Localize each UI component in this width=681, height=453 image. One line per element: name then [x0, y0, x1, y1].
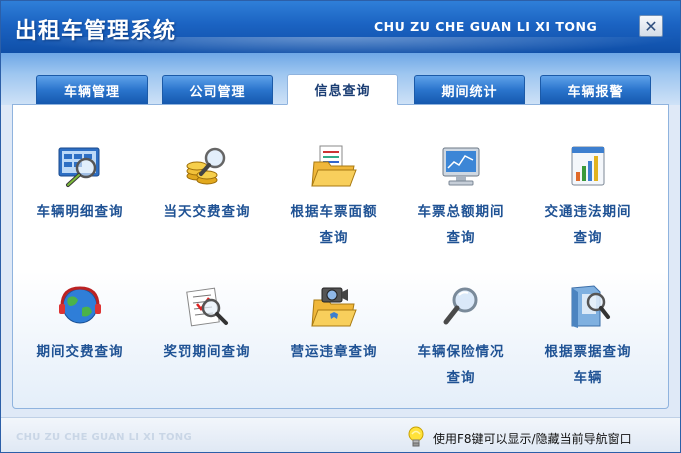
- vehicle-detail-query[interactable]: 车辆明细查询: [17, 143, 143, 225]
- calendar-chart-icon: [563, 143, 613, 189]
- tab-period-statistics[interactable]: 期间统计: [414, 75, 525, 104]
- title-bar: 出租车管理系统 CHU ZU CHE GUAN LI XI TONG ✕: [1, 1, 680, 57]
- operation-violation-query[interactable]: 营运违章查询: [271, 283, 397, 365]
- ticket-total-period-query[interactable]: 车票总额期间 查询: [398, 143, 524, 251]
- status-footer: CHU ZU CHE GUAN LI XI TONG 使用F8键可以显示/隐藏当…: [1, 417, 680, 452]
- footer-pinyin: CHU ZU CHE GUAN LI XI TONG: [16, 432, 192, 443]
- ticket-denomination-query[interactable]: 根据车票面额 查询: [271, 143, 397, 251]
- folder-documents-icon: [309, 143, 359, 189]
- tab-vehicle-alarm[interactable]: 车辆报警: [540, 75, 651, 104]
- tab-company-management[interactable]: 公司管理: [162, 75, 273, 104]
- folder-camera-icon: [309, 283, 359, 329]
- traffic-violation-period-query[interactable]: 交通违法期间 查询: [525, 143, 651, 251]
- globe-headset-icon: [55, 283, 105, 329]
- app-title: 出租车管理系统: [15, 19, 177, 44]
- coins-magnifier-icon: [182, 143, 232, 189]
- info-query-panel: 车辆明细查询 当天交费查询 根据车票面额 查询 车票总额期间 查询 交通违法期间…: [12, 104, 669, 409]
- book-magnifier-icon: [563, 283, 613, 329]
- checklist-magnifier-icon: [182, 283, 232, 329]
- magnifier-icon: [436, 283, 486, 329]
- reward-penalty-period-query[interactable]: 奖罚期间查询: [144, 283, 270, 365]
- vehicle-detail-icon: [55, 143, 105, 189]
- period-payment-query[interactable]: 期间交费查询: [17, 283, 143, 365]
- daily-payment-query[interactable]: 当天交费查询: [144, 143, 270, 225]
- vehicle-insurance-query[interactable]: 车辆保险情况 查询: [398, 283, 524, 391]
- footer-tip: 使用F8键可以显示/隐藏当前导航窗口: [433, 432, 632, 446]
- app-pinyin-header: CHU ZU CHE GUAN LI XI TONG: [374, 19, 598, 34]
- lightbulb-icon: [405, 425, 427, 452]
- tab-vehicle-management[interactable]: 车辆管理: [36, 75, 148, 104]
- tab-info-query[interactable]: 信息查询: [287, 74, 398, 105]
- vehicle-by-receipt-query[interactable]: 根据票据查询 车辆: [525, 283, 651, 391]
- monitor-chart-icon: [436, 143, 486, 189]
- close-button[interactable]: ✕: [639, 15, 663, 37]
- main-window: 出租车管理系统 CHU ZU CHE GUAN LI XI TONG ✕ 车辆管…: [0, 0, 681, 453]
